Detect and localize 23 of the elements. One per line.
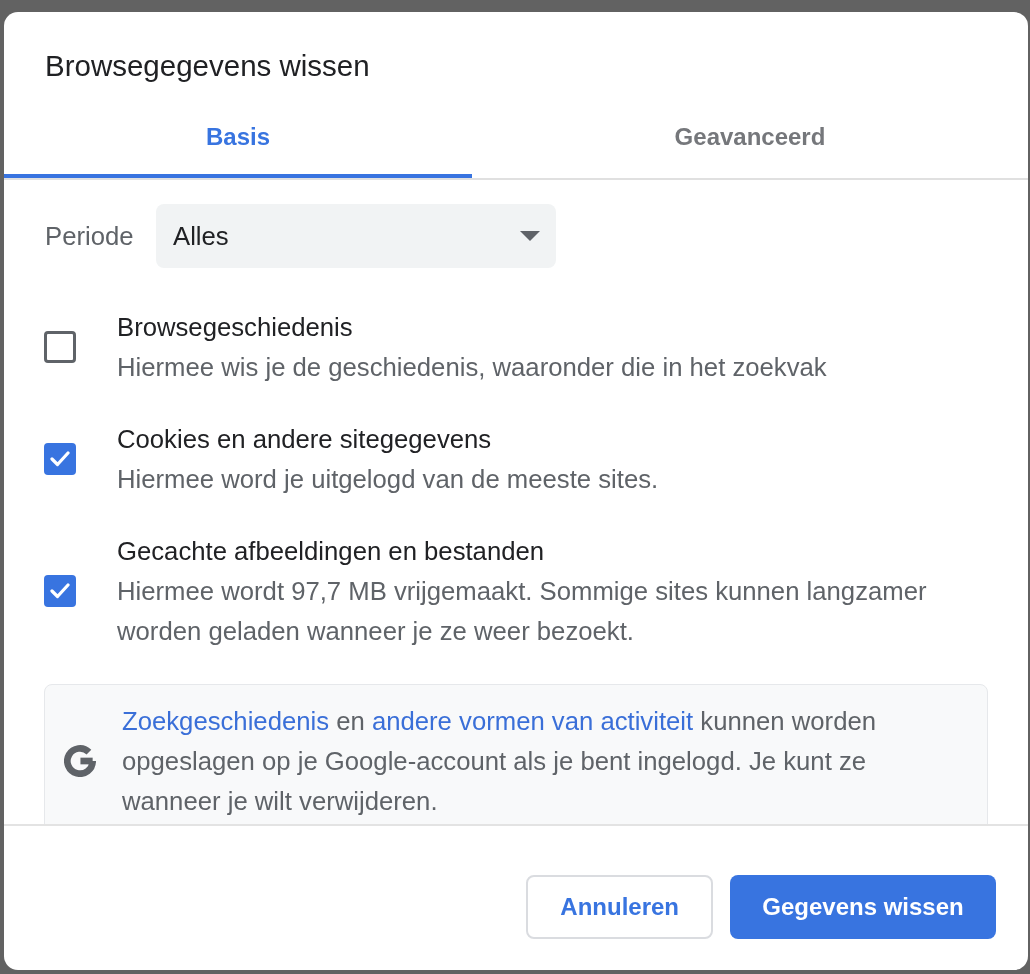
dialog-title: Browsegegevens wissen — [45, 49, 371, 83]
checkbox[interactable] — [44, 575, 76, 607]
checkbox[interactable] — [44, 443, 76, 475]
option-title: Cookies en andere sitegegevens — [117, 424, 493, 455]
cancel-button[interactable]: Annuleren — [526, 875, 713, 939]
g-logo-icon — [64, 745, 96, 777]
confirm-button[interactable]: Gegevens wissen — [730, 875, 996, 939]
period-select[interactable]: Alles — [156, 204, 556, 268]
tab[interactable]: Basis — [4, 100, 472, 178]
option-title: Browsegeschiedenis — [117, 312, 354, 343]
checkmark-icon — [50, 451, 70, 467]
text-link[interactable]: Zoekgeschiedenis — [122, 707, 330, 735]
checkbox[interactable] — [44, 331, 76, 363]
option-description: Hiermee word je uitgelogd van de meeste sites. — [117, 464, 660, 495]
checkmark-icon — [50, 583, 70, 599]
option-description: Hiermee wis je de geschiedenis, waaronder die in het zoekvak — [117, 352, 828, 383]
period-label: Periode — [45, 221, 134, 251]
caret-icon — [520, 231, 540, 241]
info-text: Zoekgeschiedenis en andere vormen van activiteit kunnen worden opgeslagen op je Google-account als je bent ingelogd. Je kunt ze wanneer je wilt verwijderen. — [122, 706, 877, 817]
tab[interactable]: Geavanceerd — [472, 100, 1028, 178]
option-title: Gecachte afbeeldingen en bestanden — [117, 536, 546, 567]
option-description: Hiermee wordt 97,7 MB vrijgemaakt. Sommige sites kunnen langzamer worden geladen wanneer je ze weer bezoekt. — [117, 576, 928, 647]
text-link[interactable]: andere vormen van activiteit — [371, 707, 694, 735]
